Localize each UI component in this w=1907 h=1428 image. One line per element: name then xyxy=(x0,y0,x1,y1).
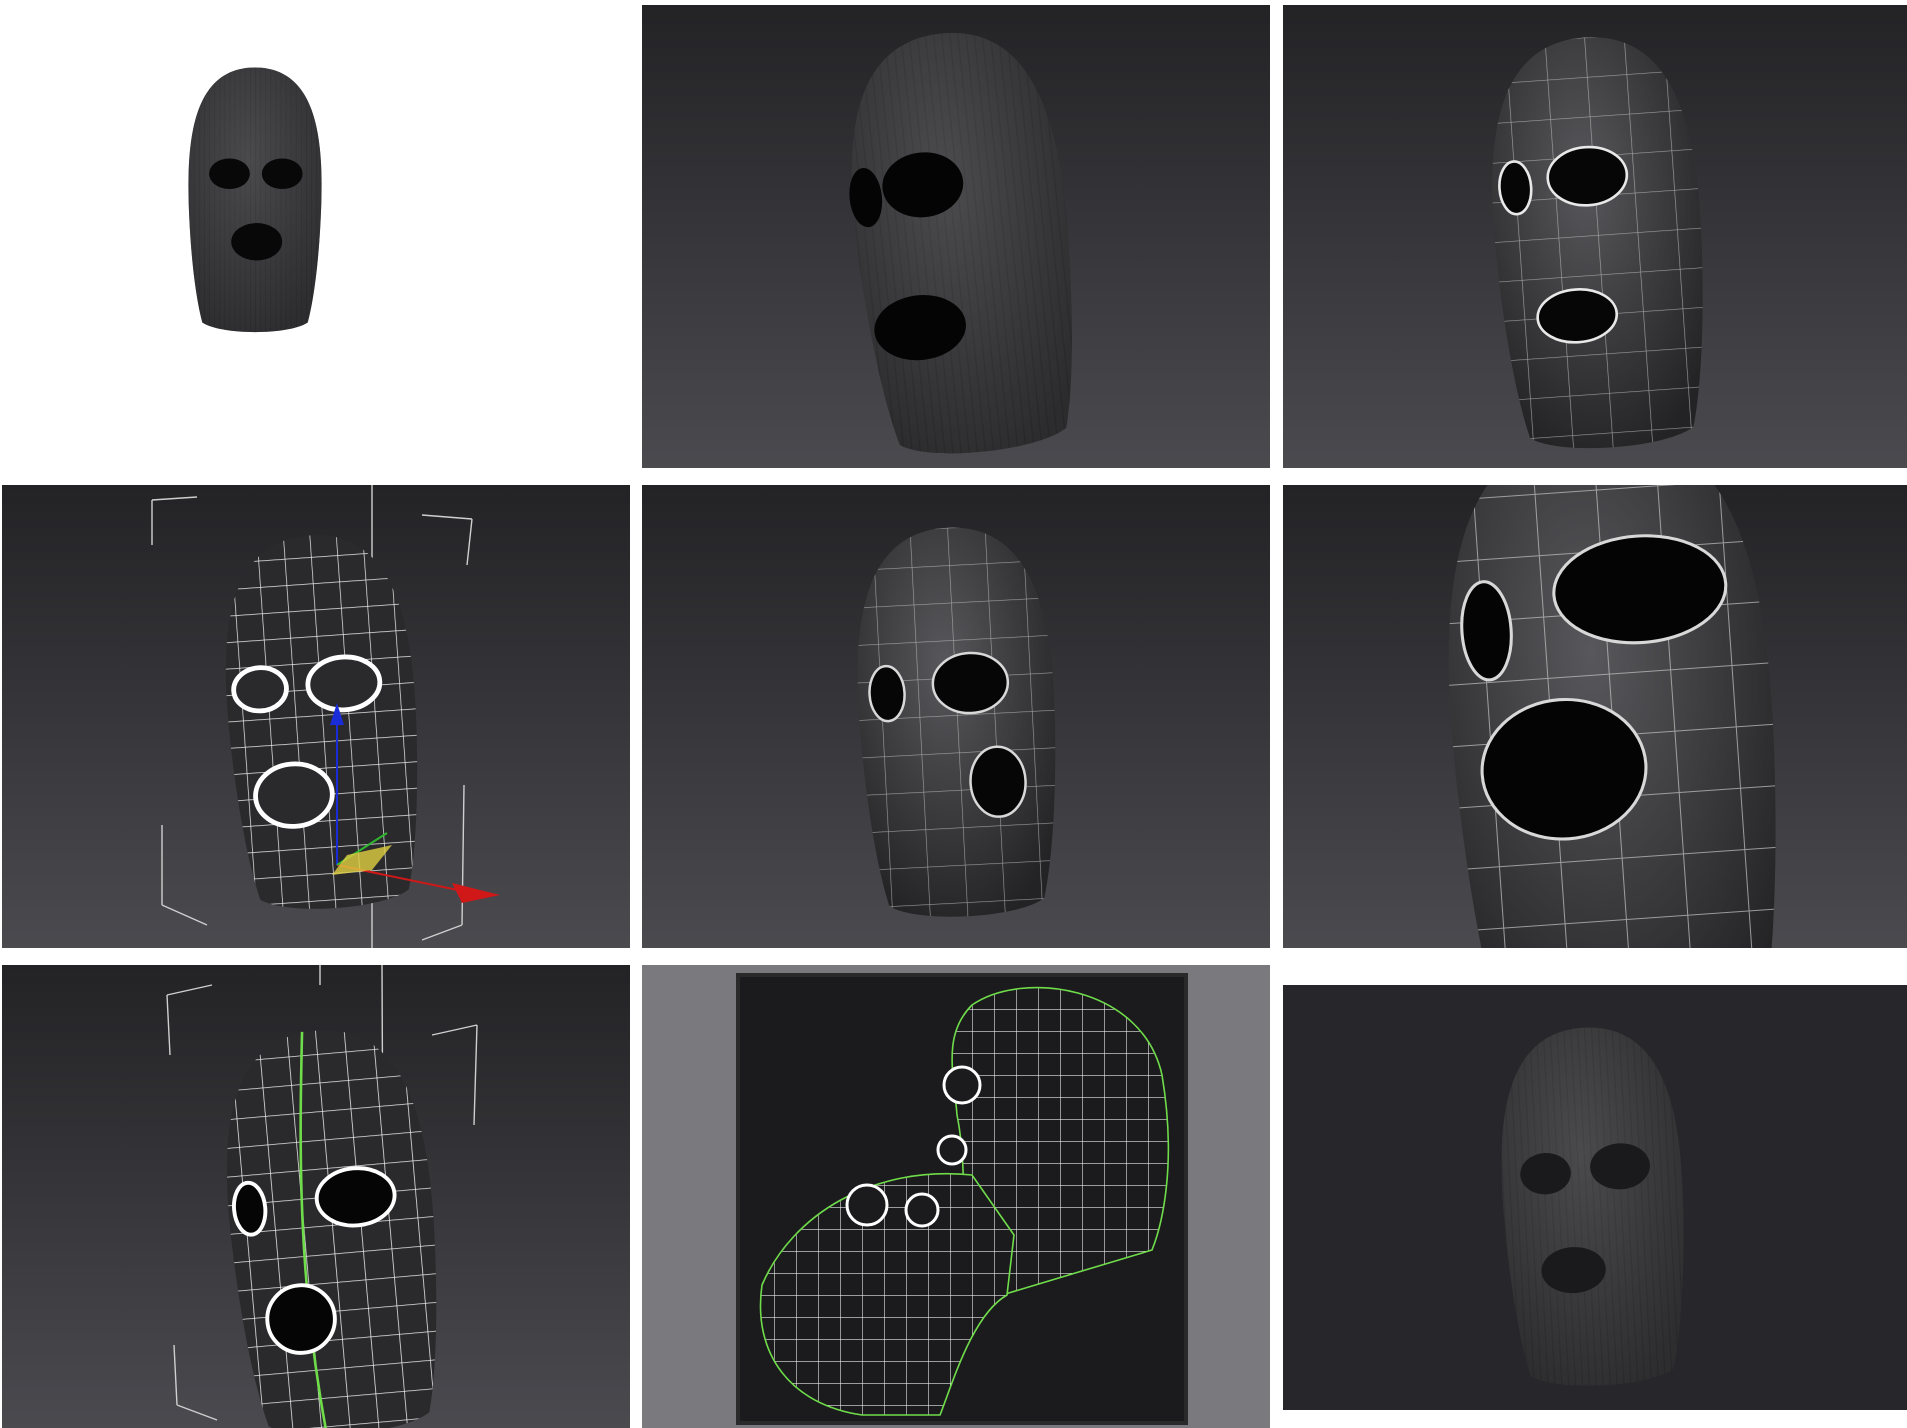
mask-wireframe-icon xyxy=(849,522,1066,922)
mask-wireframe-shaded-side xyxy=(642,485,1270,948)
mask-render-icon xyxy=(835,22,1090,463)
mask-render-three-quarter xyxy=(642,5,1270,468)
mask-wireframe-seams xyxy=(2,965,630,1428)
mask-render-icon xyxy=(188,67,322,333)
uv-layout-editor xyxy=(642,965,1270,1428)
mask-wireframe-gizmo xyxy=(2,485,630,948)
mask-wireframe-icon xyxy=(1431,485,1797,948)
mask-render-icon xyxy=(1494,1023,1693,1390)
mask-wireframe-icon xyxy=(166,965,478,1428)
mask-wireframe-shaded xyxy=(1283,5,1907,468)
mask-wireframe-icon xyxy=(1481,30,1716,455)
mask-wireframe-closeup xyxy=(1283,485,1907,948)
uv-island xyxy=(736,973,1188,1425)
mask-render-final xyxy=(1283,985,1907,1410)
mask-render-front-white xyxy=(0,0,520,390)
mask-wireframe-icon xyxy=(151,485,500,948)
